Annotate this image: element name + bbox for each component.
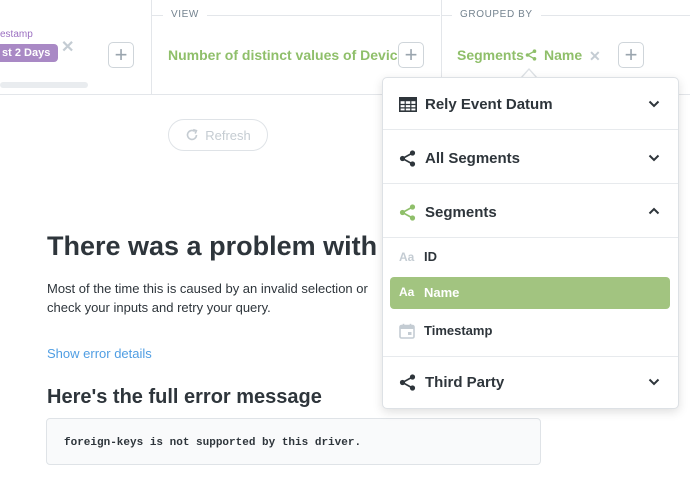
section-rely-event-datum[interactable]: Rely Event Datum — [383, 78, 678, 130]
error-message-text: foreign-keys is not supported by this dr… — [64, 437, 362, 449]
field-label: ID — [424, 249, 437, 264]
table-icon — [399, 97, 417, 112]
section-title: All Segments — [425, 150, 521, 167]
field-item-id[interactable]: Aa ID — [390, 241, 670, 273]
section-title: Segments — [425, 204, 497, 221]
field-label: Name — [424, 285, 460, 300]
breakout-field-name[interactable]: Name — [544, 47, 582, 63]
calendar-icon — [399, 323, 415, 339]
section-title: Third Party — [425, 374, 505, 391]
section-title: Rely Event Datum — [425, 96, 553, 113]
chevron-down-icon — [648, 378, 660, 386]
add-filter-button[interactable]: + — [108, 42, 134, 68]
add-breakout-button[interactable]: + — [618, 42, 644, 68]
refresh-button[interactable]: Refresh — [168, 119, 268, 151]
show-error-details-link[interactable]: Show error details — [47, 346, 152, 361]
section-all-segments[interactable]: All Segments — [383, 132, 678, 184]
field-label: Timestamp — [424, 323, 493, 338]
remove-breakout-close-icon[interactable]: ✕ — [589, 48, 601, 64]
share-icon — [399, 374, 416, 391]
remove-filter-close-icon[interactable]: ✕ — [61, 40, 74, 56]
error-title: There was a problem with y — [47, 231, 400, 261]
breakout-table-name[interactable]: Segments — [457, 47, 524, 63]
breakout-field-picker-popover: Rely Event Datum All Segments Segments A… — [382, 77, 679, 409]
refresh-label: Refresh — [205, 127, 251, 143]
horizontal-scrollbar[interactable] — [0, 82, 88, 88]
section-third-party[interactable]: Third Party — [383, 357, 678, 409]
chevron-down-icon — [648, 100, 660, 108]
chevron-up-icon — [648, 207, 660, 215]
view-metric[interactable]: Number of distinct values of Device — [168, 47, 405, 63]
field-item-timestamp[interactable]: Timestamp — [390, 315, 670, 347]
section-segments[interactable]: Segments — [383, 186, 678, 238]
field-item-name[interactable]: Aa Name — [390, 277, 670, 309]
add-metric-button[interactable]: + — [398, 42, 424, 68]
full-error-heading: Here's the full error message — [47, 386, 322, 408]
error-description: Most of the time this is caused by an in… — [47, 281, 368, 315]
error-message-box: foreign-keys is not supported by this dr… — [46, 418, 541, 465]
grouped-by-section-label: GROUPED BY — [452, 9, 541, 20]
share-icon — [399, 204, 416, 221]
share-icon — [525, 49, 537, 61]
chevron-down-icon — [648, 154, 660, 162]
refresh-icon — [186, 128, 198, 141]
share-icon — [399, 150, 416, 167]
filter-pill[interactable]: st 2 Days — [0, 44, 59, 62]
filter-field-label: estamp — [0, 29, 33, 40]
view-section-label: VIEW — [163, 9, 207, 20]
text-aa-icon: Aa — [399, 250, 415, 264]
text-aa-icon: Aa — [399, 285, 415, 299]
